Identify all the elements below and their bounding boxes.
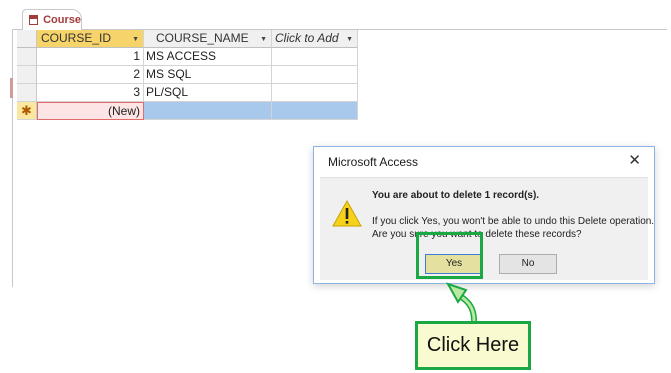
course-name-cell[interactable]: PL/SQL [144,84,272,102]
empty-cell[interactable] [272,66,358,84]
header-row: COURSE_ID ▼ COURSE_NAME ▼ Click to Add ▼ [17,30,358,48]
dialog-heading: You are about to delete 1 record(s). [372,190,540,201]
no-button[interactable]: No [499,254,557,274]
course-id-cell[interactable]: 2 [37,66,144,84]
close-icon[interactable]: ✕ [628,151,641,169]
delete-confirm-dialog: Microsoft Access ✕ You are about to dele… [313,146,655,284]
dropdown-arrow-icon[interactable]: ▼ [132,31,139,47]
table-row[interactable]: 2 MS SQL [17,66,358,84]
dropdown-arrow-icon[interactable]: ▼ [346,31,353,47]
click-here-callout: Click Here [415,321,531,370]
table-row[interactable]: 3 PL/SQL [17,84,358,102]
dropdown-arrow-icon[interactable]: ▼ [260,31,267,47]
empty-cell[interactable] [272,48,358,66]
column-header-label: COURSE_ID [41,31,112,45]
column-header-course-id[interactable]: COURSE_ID ▼ [37,30,144,48]
row-selector[interactable] [17,66,37,84]
column-header-click-to-add[interactable]: Click to Add ▼ [272,30,358,48]
table-icon [29,15,39,25]
dialog-title: Microsoft Access [328,155,419,169]
empty-cell[interactable] [272,84,358,102]
row-selector[interactable] [17,48,37,66]
new-record-name-cell[interactable] [144,102,272,120]
new-record-id-cell[interactable]: (New) [37,102,144,120]
tab-course-label: Course [43,14,81,26]
dialog-body: You are about to delete 1 record(s). If … [320,177,654,280]
course-id-cell[interactable]: 3 [37,84,144,102]
new-record-row[interactable]: ✱ (New) [17,102,358,120]
column-header-label: Click to Add [275,31,339,45]
course-name-cell[interactable]: MS SQL [144,66,272,84]
dialog-message-line1: If you click Yes, you won't be able to u… [372,216,655,227]
column-header-course-name[interactable]: COURSE_NAME ▼ [144,30,272,48]
warning-icon [332,199,362,232]
course-id-cell[interactable]: 1 [37,48,144,66]
arrow-up-icon [436,278,486,327]
tab-course[interactable]: Course [22,9,82,30]
new-record-icon[interactable]: ✱ [17,102,37,120]
window-left-border [12,30,13,287]
select-all-corner[interactable] [17,30,37,48]
row-selector[interactable] [17,84,37,102]
yes-button-highlight [416,232,483,279]
column-header-label: COURSE_NAME [156,31,249,45]
table-row[interactable]: 1 MS ACCESS [17,48,358,66]
new-record-empty-cell[interactable] [272,102,358,120]
navigation-pane-marker [10,78,13,98]
course-name-cell[interactable]: MS ACCESS [144,48,272,66]
